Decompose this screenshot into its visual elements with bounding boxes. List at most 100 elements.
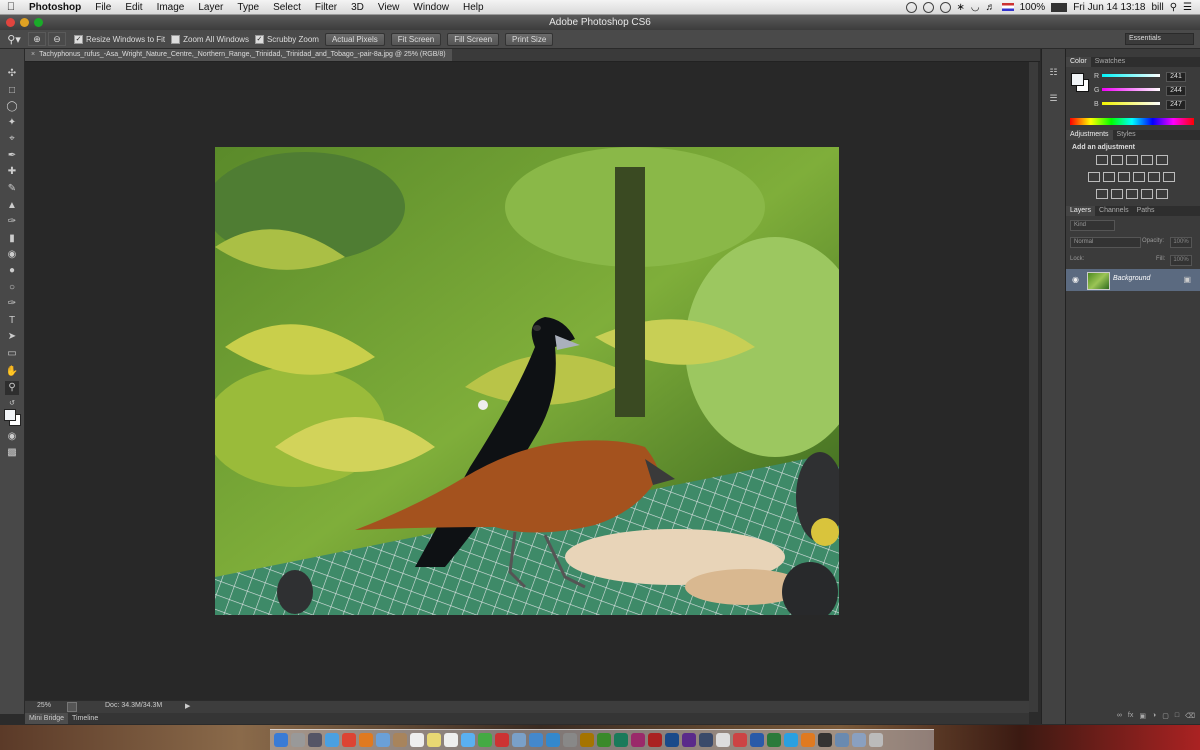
calendar-icon[interactable] [410, 733, 424, 747]
trash-icon[interactable] [869, 733, 883, 747]
bluetooth-icon[interactable]: ∗ [957, 2, 965, 13]
powerpoint-icon[interactable] [733, 733, 747, 747]
move-tool-icon[interactable]: ✣ [5, 67, 19, 81]
close-tab-icon[interactable]: × [31, 51, 35, 58]
zoom-tool-icon[interactable]: ⚲ [5, 381, 19, 395]
layer-kind-filter[interactable]: Kind [1070, 220, 1115, 231]
workspace-switcher[interactable]: Essentials [1125, 33, 1194, 45]
menu-window[interactable]: Window [406, 2, 456, 13]
photo-filter-icon[interactable] [1133, 172, 1145, 182]
shape-tool-icon[interactable]: ▭ [5, 347, 19, 361]
vibrance-icon[interactable] [1156, 155, 1168, 165]
selective-color-icon[interactable] [1156, 189, 1168, 199]
tab-styles[interactable]: Styles [1113, 130, 1140, 140]
menu-type[interactable]: Type [230, 2, 266, 13]
channel-b-value[interactable]: 247 [1166, 100, 1186, 110]
channel-g-slider[interactable] [1102, 88, 1160, 91]
menu-edit[interactable]: Edit [118, 2, 149, 13]
history-panel-icon[interactable]: ☷ [1047, 66, 1060, 79]
healing-tool-icon[interactable]: ✚ [5, 165, 19, 179]
lasso-tool-icon[interactable]: ◯ [5, 100, 19, 114]
facetime-icon[interactable] [478, 733, 492, 747]
delete-layer-icon[interactable]: ⌫ [1185, 712, 1195, 722]
magic-wand-tool-icon[interactable]: ✦ [5, 116, 19, 130]
layer-mask-icon[interactable]: ▣ [1139, 712, 1146, 722]
photo-booth-icon[interactable] [495, 733, 509, 747]
minimize-button[interactable] [20, 18, 29, 27]
zoom-all-windows-checkbox[interactable]: Zoom All Windows [171, 34, 249, 44]
firefox-icon[interactable] [359, 733, 373, 747]
menu-file[interactable]: File [88, 2, 118, 13]
blend-mode-select[interactable]: Normal [1070, 237, 1141, 248]
finder-icon[interactable] [274, 733, 288, 747]
zoom-out-icon[interactable]: ⊖ [48, 32, 66, 46]
zoom-tool-preset-icon[interactable]: ⚲▾ [0, 33, 28, 46]
tab-color[interactable]: Color [1066, 57, 1091, 67]
safari-icon[interactable] [325, 733, 339, 747]
document-tab[interactable]: × Tachyphonus_rufus_-Asa_Wright_Nature_Ce… [25, 49, 452, 61]
invert-icon[interactable] [1096, 189, 1108, 199]
opacity-field[interactable]: 100% [1170, 237, 1192, 248]
crop-tool-icon[interactable]: ⌖ [5, 132, 19, 146]
time-machine-icon[interactable] [939, 1, 951, 13]
dodge-tool-icon[interactable]: ○ [5, 281, 19, 295]
menu-image[interactable]: Image [150, 2, 192, 13]
screen-mode-icon[interactable]: ▩ [5, 446, 19, 460]
brush-tool-icon[interactable]: ✎ [5, 182, 19, 196]
color-spectrum-bar[interactable] [1070, 118, 1194, 125]
search-icon[interactable]: ⚲ [1170, 2, 1177, 13]
messages-icon[interactable] [461, 733, 475, 747]
paint-bucket-tool-icon[interactable]: ◉ [5, 248, 19, 262]
new-adjustment-layer-icon[interactable]: ◑ [1152, 712, 1156, 722]
user-name[interactable]: bill [1151, 2, 1163, 13]
posterize-icon[interactable] [1111, 189, 1123, 199]
flag-icon[interactable] [1001, 3, 1014, 11]
premiere-icon[interactable] [682, 733, 696, 747]
zoom-button[interactable] [34, 18, 43, 27]
battery-percent[interactable]: 100% [1020, 2, 1046, 13]
status-menu-arrow-icon[interactable]: ▶ [185, 702, 190, 710]
documents-stack-icon[interactable] [852, 733, 866, 747]
wifi-icon[interactable]: ◡ [971, 2, 980, 13]
channel-mixer-icon[interactable] [1148, 172, 1160, 182]
volume-icon[interactable]: ♬ [986, 2, 996, 13]
resize-windows-checkbox[interactable]: ✓ Resize Windows to Fit [74, 34, 165, 44]
color-fg-swatch[interactable] [1071, 73, 1084, 86]
launchpad-icon[interactable] [291, 733, 305, 747]
stamp-tool-icon[interactable]: ▲ [5, 199, 19, 213]
close-button[interactable] [6, 18, 15, 27]
canvas-vertical-scrollbar[interactable] [1029, 62, 1038, 712]
dashboard-icon[interactable] [818, 733, 832, 747]
hue-saturation-icon[interactable] [1088, 172, 1100, 182]
notification-icon[interactable]: ☰ [1183, 2, 1192, 13]
new-group-icon[interactable]: ▢ [1162, 712, 1169, 722]
threshold-icon[interactable] [1126, 189, 1138, 199]
menu-help[interactable]: Help [456, 2, 491, 13]
menu-view[interactable]: View [371, 2, 407, 13]
new-layer-icon[interactable]: □ [1175, 712, 1179, 722]
zoom-level-field[interactable]: 25% [37, 702, 51, 709]
link-layers-icon[interactable]: ∞ [1117, 712, 1122, 722]
black-white-icon[interactable] [1118, 172, 1130, 182]
textedit-icon[interactable] [716, 733, 730, 747]
canvas-area[interactable] [25, 62, 1029, 700]
tab-paths[interactable]: Paths [1133, 206, 1159, 216]
mail-icon[interactable] [376, 733, 390, 747]
menu-select[interactable]: Select [266, 2, 308, 13]
visibility-eye-icon[interactable]: ◉ [1072, 275, 1079, 284]
channel-g-value[interactable]: 244 [1166, 86, 1186, 96]
color-lookup-icon[interactable] [1163, 172, 1175, 182]
contacts-icon[interactable] [393, 733, 407, 747]
properties-panel-icon[interactable]: ☰ [1047, 92, 1060, 105]
channel-b-slider[interactable] [1102, 102, 1160, 105]
clock[interactable]: Fri Jun 14 13:18 [1073, 2, 1145, 13]
iphoto-icon[interactable] [512, 733, 526, 747]
tab-channels[interactable]: Channels [1095, 206, 1133, 216]
flash-icon[interactable] [648, 733, 662, 747]
audition-icon[interactable] [614, 733, 628, 747]
tab-swatches[interactable]: Swatches [1091, 57, 1129, 67]
document-image[interactable] [215, 147, 839, 615]
sync-icon[interactable] [922, 1, 934, 13]
pen-tool-icon[interactable]: ✑ [5, 297, 19, 311]
eraser-tool-icon[interactable]: ▮ [5, 232, 19, 246]
